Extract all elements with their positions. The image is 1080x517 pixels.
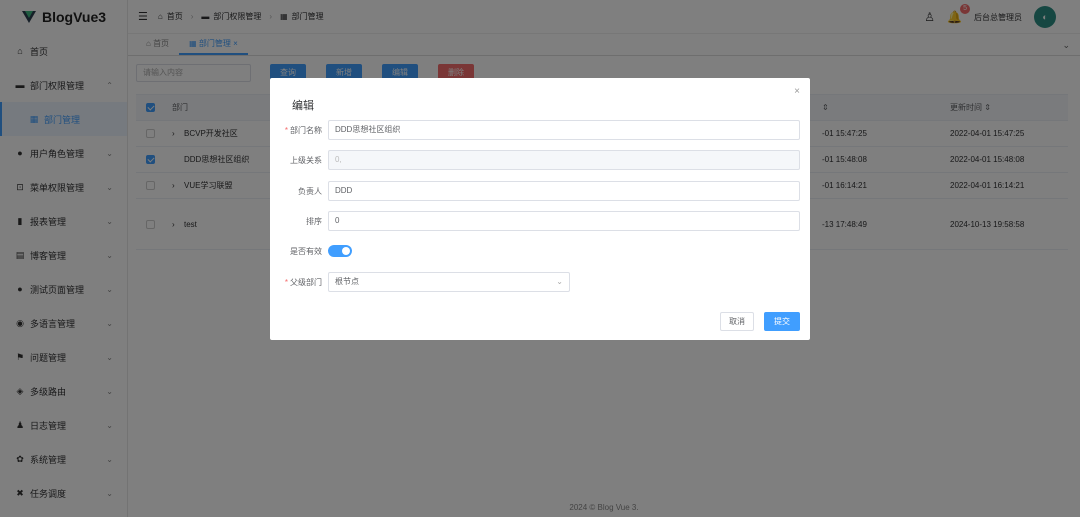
form-row-parent-dept: * 父级部门 根节点 ⌄ xyxy=(270,272,810,292)
enabled-label: 是否有效 xyxy=(290,246,322,256)
parent-rel-label: 上级关系 xyxy=(290,155,322,165)
edit-dialog: 编辑 × * 部门名称 DDD思想社区组织 上级关系 0, 负责人 DDD 排序 … xyxy=(270,78,810,340)
parent-dept-label: * 父级部门 xyxy=(284,277,322,287)
form-row-leader: 负责人 DDD xyxy=(270,181,810,201)
parent-dept-select[interactable]: 根节点 ⌄ xyxy=(328,272,570,292)
leader-field[interactable]: DDD xyxy=(328,181,800,201)
order-label: 排序 xyxy=(306,216,322,226)
order-field[interactable]: 0 xyxy=(328,211,800,231)
form-row-dept-name: * 部门名称 DDD思想社区组织 xyxy=(270,120,810,140)
chevron-down-icon: ⌄ xyxy=(556,277,563,286)
dept-name-field[interactable]: DDD思想社区组织 xyxy=(328,120,800,140)
submit-button[interactable]: 提交 xyxy=(764,312,800,331)
app-root: BlogVue3 ⌂首页▬部门权限管理⌃▦部门管理●用户角色管理⌄⊡菜单权限管理… xyxy=(0,0,1080,517)
form-row-enabled: 是否有效 xyxy=(270,241,810,261)
parent-rel-field: 0, xyxy=(328,150,800,170)
parent-dept-value: 根节点 xyxy=(335,277,359,286)
dialog-title: 编辑 xyxy=(292,100,314,112)
enabled-toggle[interactable] xyxy=(328,245,352,257)
dept-name-label: * 部门名称 xyxy=(284,125,322,135)
form-row-parent-rel: 上级关系 0, xyxy=(270,150,810,170)
leader-label: 负责人 xyxy=(298,186,322,196)
form-row-order: 排序 0 xyxy=(270,211,810,231)
cancel-button[interactable]: 取消 xyxy=(720,312,754,331)
close-icon[interactable]: × xyxy=(794,86,800,97)
